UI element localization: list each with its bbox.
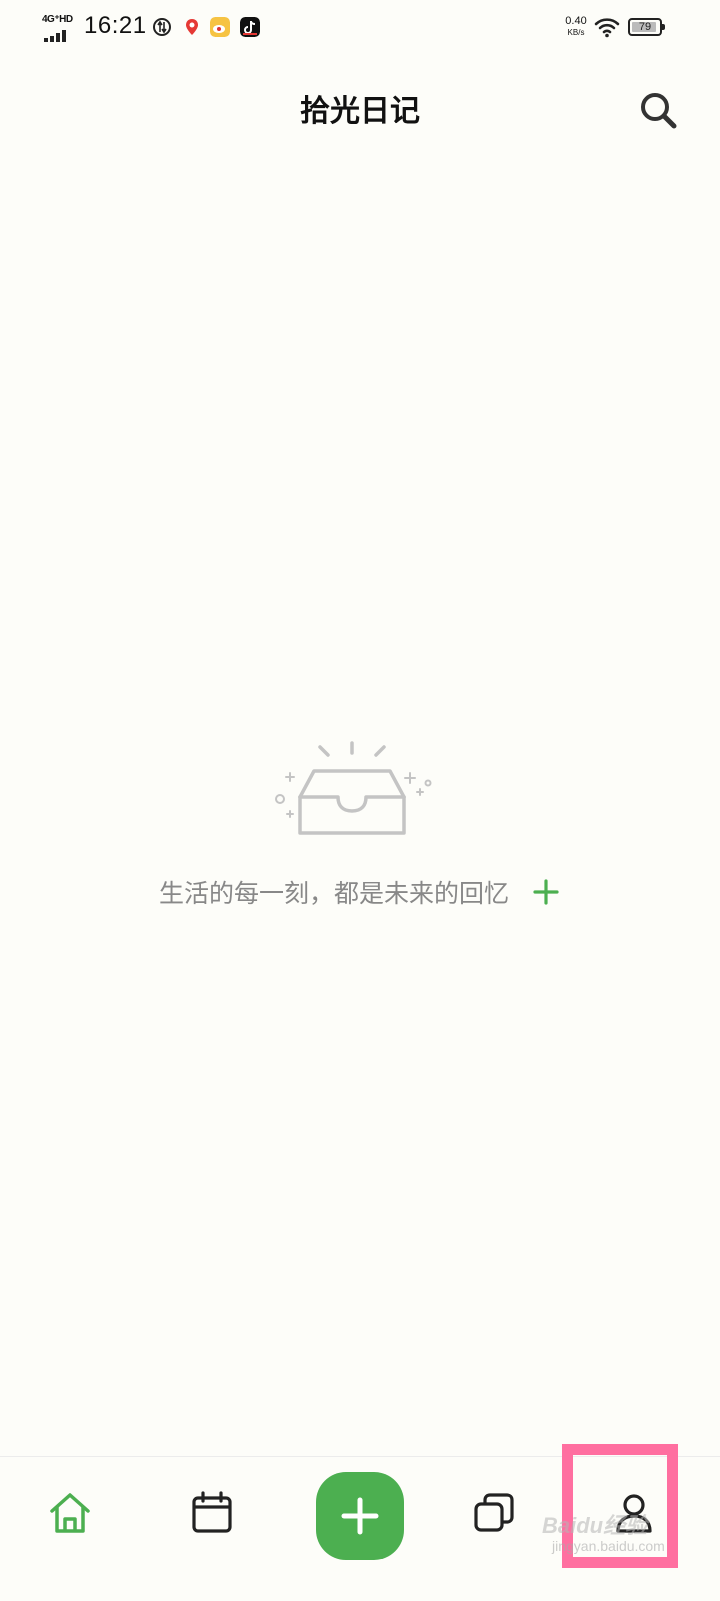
- cellular-signal: 4G⁺HD: [42, 14, 78, 42]
- weibo-app-icon: [210, 17, 230, 37]
- wifi-icon: [594, 18, 620, 38]
- home-icon[interactable]: [44, 1487, 96, 1539]
- calendar-icon[interactable]: [186, 1487, 238, 1539]
- battery-nub: [662, 24, 665, 30]
- empty-inbox-icon: [275, 741, 432, 835]
- plus-icon[interactable]: [531, 877, 561, 907]
- add-entry-button[interactable]: [316, 1472, 404, 1560]
- network-speed-value: 0.40: [565, 15, 587, 27]
- tiktok-app-icon: [240, 17, 260, 37]
- watermark-brand: Baidu经验: [542, 1513, 648, 1538]
- network-type: 4G⁺HD: [42, 14, 73, 25]
- data-saver-icon: [153, 18, 171, 36]
- battery-level: 79: [638, 21, 652, 33]
- page-title: 拾光日记: [300, 94, 420, 129]
- network-speed: 0.40 KB/s: [560, 16, 592, 38]
- watermark-url: jingyan.baidu.com: [552, 1538, 665, 1554]
- plus-icon: [341, 1497, 379, 1535]
- empty-message: 生活的每一刻，都是未来的回忆: [159, 879, 510, 908]
- clock: 16:21: [84, 12, 147, 39]
- layers-icon[interactable]: [468, 1487, 520, 1539]
- network-speed-unit: KB/s: [567, 28, 585, 37]
- battery-indicator: 79: [628, 18, 665, 36]
- signal-bars-icon: [44, 30, 66, 42]
- search-icon[interactable]: [636, 88, 682, 134]
- status-bar: 4G⁺HD 16:21 0.40 KB/s 79: [0, 0, 720, 60]
- empty-state: 生活的每一刻，都是未来的回忆: [0, 874, 720, 910]
- map-pin-app-icon: [186, 19, 198, 35]
